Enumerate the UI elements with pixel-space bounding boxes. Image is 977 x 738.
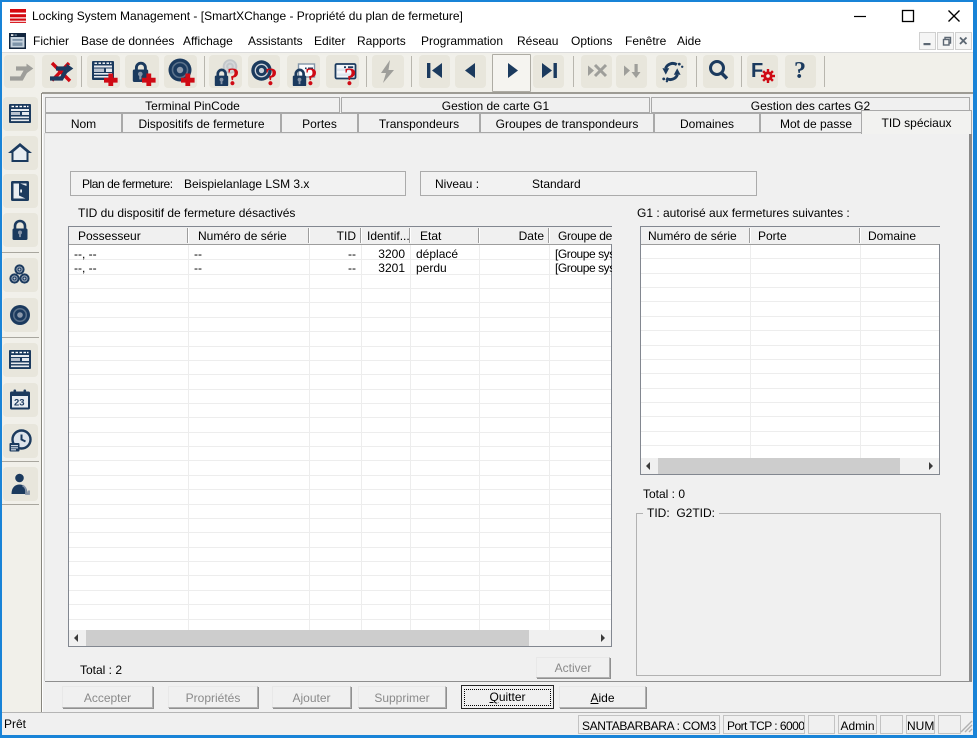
svg-text:F: F (751, 60, 763, 82)
svg-text:23: 23 (14, 398, 25, 409)
svg-text:?: ? (265, 64, 278, 86)
svg-text:?: ? (344, 64, 357, 86)
svg-text:?: ? (794, 58, 806, 84)
svg-text:?: ? (227, 64, 240, 86)
svg-text:?: ? (305, 64, 318, 86)
